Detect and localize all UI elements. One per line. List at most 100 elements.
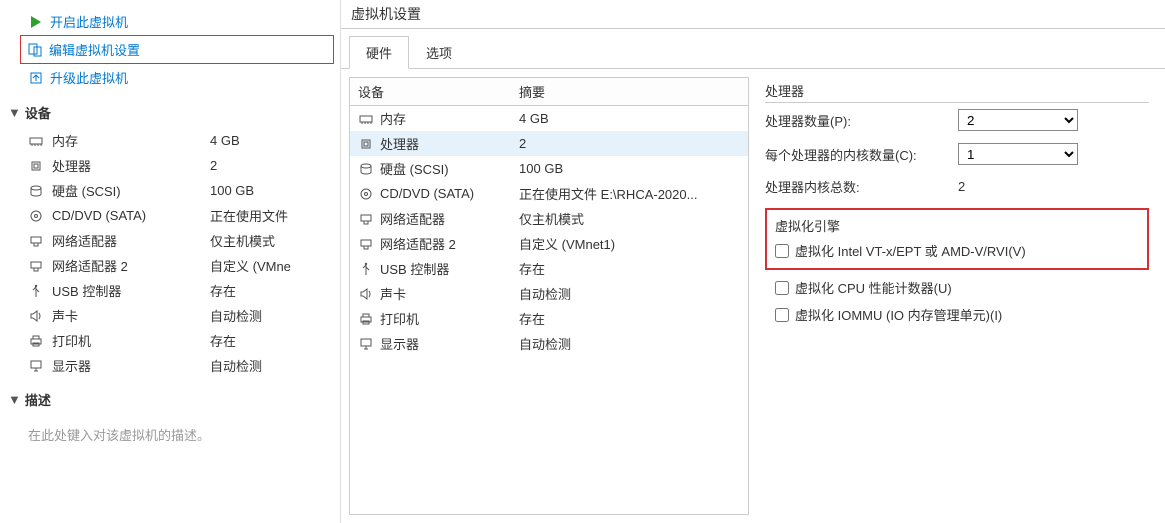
device-value: 正在使用文件	[210, 206, 288, 225]
hw-device-name: 打印机	[380, 309, 419, 328]
edit-vm-link[interactable]: 编辑虚拟机设置	[20, 35, 334, 64]
play-icon	[28, 14, 44, 30]
device-value: 存在	[210, 281, 236, 300]
cd-icon	[358, 186, 374, 202]
devices-title: 设备	[25, 103, 51, 122]
hw-row[interactable]: 打印机 存在	[350, 306, 748, 331]
cpu-icon	[28, 158, 44, 174]
hw-device-name: 处理器	[380, 134, 419, 153]
usb-icon	[358, 261, 374, 277]
hw-row[interactable]: 硬盘 (SCSI)100 GB	[350, 156, 748, 181]
cpu-count-label: 处理器数量(P):	[765, 111, 950, 130]
hw-device-value: 自动检测	[511, 331, 748, 356]
hw-device-value: 4 GB	[511, 106, 748, 132]
cpu-cores-select[interactable]: 1	[958, 143, 1078, 165]
col-summary[interactable]: 摘要	[511, 78, 748, 106]
device-name: USB 控制器	[52, 281, 202, 300]
cb-iommu[interactable]	[775, 308, 789, 322]
cpu-count-select[interactable]: 2	[958, 109, 1078, 131]
device-name: 声卡	[52, 306, 202, 325]
cpu-icon	[358, 136, 374, 152]
hardware-table: 设备 摘要 内存4 GB处理器2硬盘 (SCSI)100 GBCD/DVD (S…	[350, 78, 748, 356]
start-vm-label: 开启此虚拟机	[50, 12, 128, 31]
device-row[interactable]: USB 控制器存在	[0, 278, 340, 303]
hardware-table-container: 设备 摘要 内存4 GB处理器2硬盘 (SCSI)100 GBCD/DVD (S…	[349, 77, 749, 515]
device-row[interactable]: 网络适配器 2自定义 (VMne	[0, 253, 340, 278]
device-row[interactable]: CD/DVD (SATA) 正在使用文件	[0, 203, 340, 228]
col-device[interactable]: 设备	[350, 78, 511, 106]
device-row[interactable]: 处理器 2	[0, 153, 340, 178]
hw-row[interactable]: CD/DVD (SATA)正在使用文件 E:\RHCA-2020...	[350, 181, 748, 206]
start-vm-link[interactable]: 开启此虚拟机	[0, 8, 340, 35]
upgrade-icon	[28, 70, 44, 86]
display-icon	[358, 336, 374, 352]
device-value: 存在	[210, 331, 236, 350]
tab-options-label: 选项	[426, 46, 452, 61]
device-value: 自动检测	[210, 306, 262, 325]
device-row[interactable]: 声卡自动检测	[0, 303, 340, 328]
hw-device-value: 自动检测	[511, 281, 748, 306]
device-row[interactable]: 显示器自动检测	[0, 353, 340, 378]
display-icon	[28, 358, 44, 374]
upgrade-vm-link[interactable]: 升级此虚拟机	[0, 64, 340, 91]
disk-icon	[358, 161, 374, 177]
hw-row[interactable]: 声卡自动检测	[350, 281, 748, 306]
desc-title: 描述	[25, 390, 51, 409]
hw-device-name: CD/DVD (SATA)	[380, 186, 474, 201]
edit-settings-icon	[27, 42, 43, 58]
memory-icon	[28, 133, 44, 149]
hw-device-value: 存在	[511, 306, 748, 331]
devices-list: 内存 4 GB 处理器 2 硬盘 (SCSI)100 GB CD/DVD (SATA) 正在…	[0, 126, 340, 378]
hw-row[interactable]: 网络适配器 仅主机模式	[350, 206, 748, 231]
device-row[interactable]: 硬盘 (SCSI)100 GB	[0, 178, 340, 203]
sound-icon	[358, 286, 374, 302]
device-name: CD/DVD (SATA)	[52, 208, 202, 223]
usb-icon	[28, 283, 44, 299]
cpu-group: 处理器数量(P): 2 每个处理器的内核数量(C): 1 处理器内核总数: 2	[765, 102, 1149, 202]
printer-icon	[358, 311, 374, 327]
device-value: 仅主机模式	[210, 231, 275, 250]
printer-icon	[28, 333, 44, 349]
cd-icon	[28, 208, 44, 224]
hw-row[interactable]: 网络适配器 2自定义 (VMnet1)	[350, 231, 748, 256]
device-name: 网络适配器	[52, 231, 202, 250]
device-value: 自定义 (VMne	[210, 256, 291, 275]
device-name: 内存	[52, 131, 202, 150]
hw-device-name: 内存	[380, 109, 406, 128]
device-value: 2	[210, 158, 217, 173]
device-row[interactable]: 网络适配器仅主机模式	[0, 228, 340, 253]
cpu-total-value: 2	[958, 179, 1078, 194]
upgrade-vm-label: 升级此虚拟机	[50, 68, 128, 87]
tab-hardware[interactable]: 硬件	[349, 36, 409, 69]
edit-vm-label: 编辑虚拟机设置	[49, 40, 140, 59]
hw-device-name: 网络适配器	[380, 209, 445, 228]
cb-perf[interactable]	[775, 281, 789, 295]
hw-device-value: 仅主机模式	[511, 206, 748, 231]
cb-perf-label: 虚拟化 CPU 性能计数器(U)	[795, 278, 952, 297]
cpu-cores-label: 每个处理器的内核数量(C):	[765, 145, 950, 164]
cpu-total-label: 处理器内核总数:	[765, 177, 950, 196]
desc-section-header[interactable]: ▼ 描述	[0, 378, 340, 413]
hw-device-value: 2	[511, 131, 748, 156]
device-row[interactable]: 打印机存在	[0, 328, 340, 353]
hw-row[interactable]: 内存 4 GB	[350, 106, 748, 132]
device-value: 4 GB	[210, 133, 240, 148]
devices-section-header[interactable]: ▼ 设备	[0, 91, 340, 126]
device-name: 处理器	[52, 156, 202, 175]
device-name: 硬盘 (SCSI)	[52, 181, 202, 200]
hw-row[interactable]: USB 控制器存在	[350, 256, 748, 281]
virtualization-engine-group: 虚拟化引擎 虚拟化 Intel VT-x/EPT 或 AMD-V/RVI(V)	[765, 208, 1149, 270]
device-row[interactable]: 内存 4 GB	[0, 128, 340, 153]
vm-left-panel: 开启此虚拟机 编辑虚拟机设置 升级此虚拟机 ▼ 设备 内存 4 GB 处理器 2 硬盘 …	[0, 0, 340, 523]
desc-placeholder[interactable]: 在此处键入对该虚拟机的描述。	[28, 421, 332, 444]
cb-vt[interactable]	[775, 244, 789, 258]
hw-row[interactable]: 处理器 2	[350, 131, 748, 156]
device-value: 自动检测	[210, 356, 262, 375]
hw-device-name: 网络适配器 2	[380, 234, 456, 253]
tab-options[interactable]: 选项	[409, 36, 469, 69]
hw-row[interactable]: 显示器自动检测	[350, 331, 748, 356]
disk-icon	[28, 183, 44, 199]
net-icon	[28, 233, 44, 249]
hw-device-name: USB 控制器	[380, 259, 449, 278]
sound-icon	[28, 308, 44, 324]
